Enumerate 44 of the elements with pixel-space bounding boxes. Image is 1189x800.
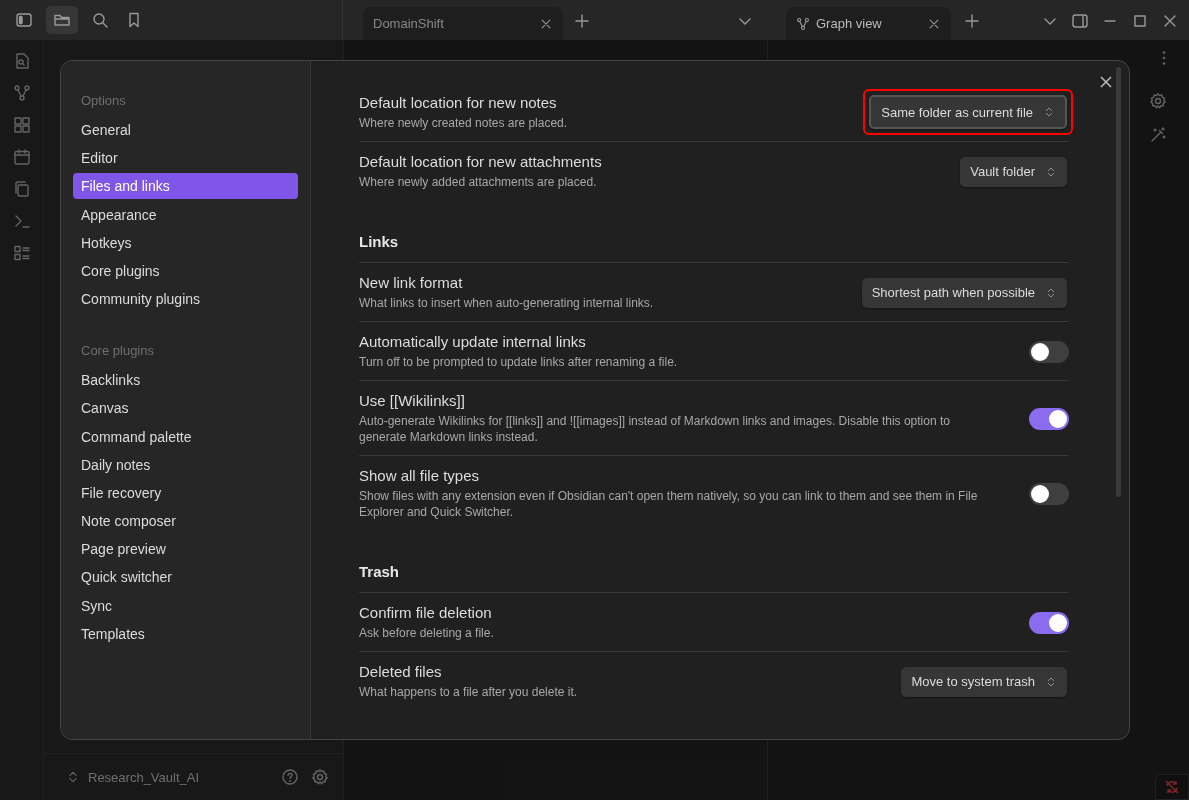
nav-item[interactable]: Page preview xyxy=(73,536,298,563)
tab[interactable]: Graph view xyxy=(786,7,951,40)
nav-item[interactable]: Quick switcher xyxy=(73,564,298,591)
setting-name: Default location for new notes xyxy=(359,93,558,111)
dropdown[interactable]: Vault folder xyxy=(960,156,1067,187)
nav-item[interactable]: Hotkeys xyxy=(73,229,298,256)
dropdown[interactable]: Shortest path when possible xyxy=(861,277,1067,308)
nav-item[interactable]: File recovery xyxy=(73,479,298,506)
nav-item[interactable]: Canvas xyxy=(73,395,298,422)
nav-item[interactable]: General xyxy=(73,117,298,143)
nav-heading: Core plugins xyxy=(80,342,155,361)
section-heading: Links xyxy=(359,232,400,252)
nav-item[interactable]: Appearance xyxy=(73,201,298,228)
dropdown[interactable]: Move to system trash xyxy=(901,666,1067,697)
setting-description: Where newly added attachments are placed. xyxy=(359,174,598,190)
setting-description: Auto-generate Wikilinks for [[links]] and ![[images]] instead of Markdown links and images. Disable this option to generate Markdown links instead. xyxy=(359,413,951,445)
nav-item[interactable]: Templates xyxy=(73,620,298,647)
setting-name: Automatically update internal links xyxy=(359,333,587,350)
setting-name: Use [[Wikilinks]] xyxy=(359,392,466,409)
nav-item[interactable]: Core plugins xyxy=(73,257,298,284)
vault-name[interactable]: Research_Vault_AI xyxy=(88,769,200,785)
nav-item[interactable]: Daily notes xyxy=(73,451,298,478)
nav-heading: Options xyxy=(80,92,127,110)
setting-description: Ask before deleting a file. xyxy=(359,625,495,641)
dropdown[interactable]: Same folder as current file xyxy=(869,95,1067,129)
setting-description: Turn off to be prompted to update links after renaming a file. xyxy=(359,354,679,370)
tab[interactable]: DomainShift xyxy=(363,7,563,40)
nav-item[interactable]: Sync xyxy=(73,592,298,619)
setting-name: Default location for new attachments xyxy=(359,153,603,170)
setting-description: What happens to a file after you delete it. xyxy=(359,684,579,700)
nav-item[interactable]: Community plugins xyxy=(73,286,298,313)
nav-item[interactable]: Note composer xyxy=(73,508,298,535)
setting-name: Confirm file deletion xyxy=(359,604,493,621)
nav-item[interactable]: Files and links xyxy=(73,173,298,200)
setting-description: What links to insert when auto-generating internal links. xyxy=(359,295,655,311)
setting-description: Show files with any extension even if Obsidian can't open them natively, so you can link to them and see them in File Explorer and Quick Switcher. xyxy=(359,488,979,520)
setting-name: Show all file types xyxy=(359,467,481,484)
section-heading: Trash xyxy=(359,562,401,582)
setting-name: New link format xyxy=(359,274,464,291)
setting-name: Deleted files xyxy=(359,663,443,680)
setting-description: Where newly created notes are placed. xyxy=(359,114,569,131)
nav-item[interactable]: Backlinks xyxy=(73,367,298,394)
nav-item[interactable]: Command palette xyxy=(73,423,298,450)
nav-item[interactable]: Editor xyxy=(73,145,298,172)
